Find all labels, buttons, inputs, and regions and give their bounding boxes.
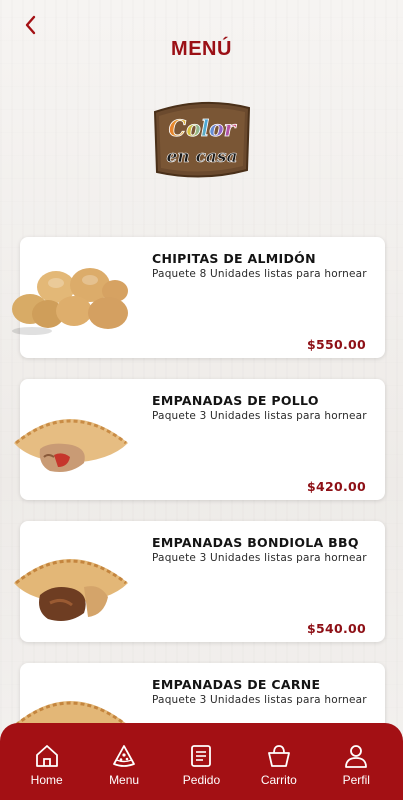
user-icon xyxy=(345,744,368,768)
pizza-icon xyxy=(113,744,135,767)
logo-color-text: Color xyxy=(169,116,237,142)
product-description: Paquete 3 Unidades listas para hornear xyxy=(152,694,367,706)
product-price: $550.00 xyxy=(306,337,366,352)
product-description: Paquete 3 Unidades listas para hornear xyxy=(152,410,367,422)
bottom-nav: Home Menu Pedido Carrito Perfil xyxy=(0,723,403,800)
nav-label: Perfil xyxy=(342,772,370,787)
nav-label: Carrito xyxy=(260,772,297,787)
product-description: Paquete 3 Unidades listas para hornear xyxy=(152,552,367,564)
nav-label: Home xyxy=(30,772,63,787)
product-name: EMPANADAS DE CARNE xyxy=(152,677,321,692)
product-description: Paquete 8 Unidades listas para hornear xyxy=(152,268,367,280)
nav-item-menu[interactable]: Menu xyxy=(89,737,159,787)
basket-icon xyxy=(267,744,290,767)
logo-en-casa-text: en casa xyxy=(166,147,237,167)
product-card[interactable]: EMPANADAS BONDIOLA BBQ Paquete 3 Unidade… xyxy=(14,521,385,642)
nav-item-home[interactable]: Home xyxy=(12,737,82,787)
receipt-icon xyxy=(191,744,212,767)
product-price: $540.00 xyxy=(306,621,366,636)
back-button[interactable] xyxy=(18,12,44,38)
product-image-empanada-pollo xyxy=(14,419,128,472)
product-name: EMPANADAS BONDIOLA BBQ xyxy=(152,535,359,550)
nav-item-carrito[interactable]: Carrito xyxy=(244,737,314,787)
brand-logo: Color en casa xyxy=(153,101,251,178)
nav-label: Menu xyxy=(109,772,140,787)
product-price: $420.00 xyxy=(306,479,366,494)
nav-label: Pedido xyxy=(182,772,221,787)
product-card[interactable]: EMPANADAS DE POLLO Paquete 3 Unidades li… xyxy=(14,379,385,500)
product-card[interactable]: CHIPITAS DE ALMIDÓN Paquete 8 Unidades l… xyxy=(12,237,385,358)
nav-item-pedido[interactable]: Pedido xyxy=(166,737,236,787)
product-image-empanada-bondiola xyxy=(14,559,128,621)
product-image-chipitas xyxy=(12,268,128,335)
page-title: MENÚ xyxy=(171,38,232,60)
product-name: EMPANADAS DE POLLO xyxy=(152,393,319,408)
product-name: CHIPITAS DE ALMIDÓN xyxy=(152,251,316,266)
nav-item-perfil[interactable]: Perfil xyxy=(321,737,391,787)
home-icon xyxy=(35,744,58,767)
chevron-left-icon xyxy=(25,15,36,35)
